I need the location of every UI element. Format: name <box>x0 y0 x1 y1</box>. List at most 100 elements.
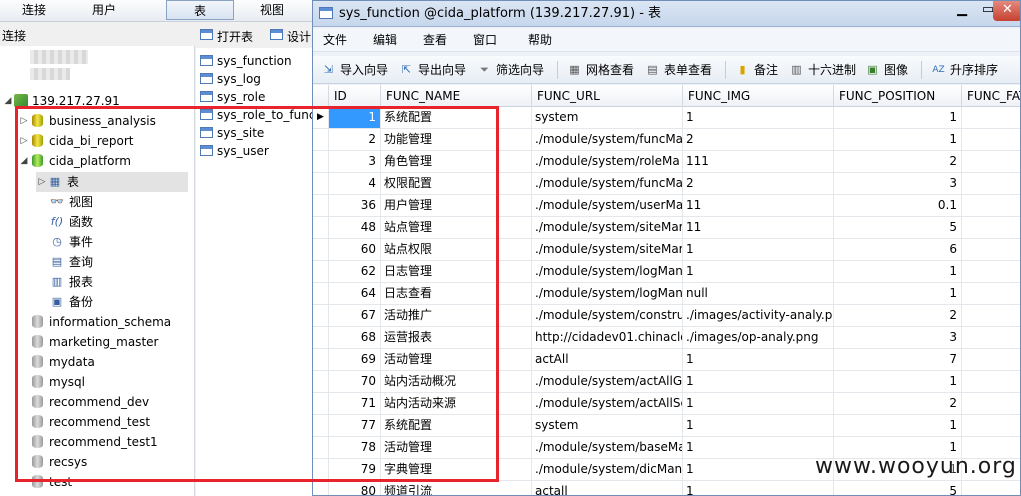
cell-func-url[interactable]: ./module/system/roleMa <box>532 151 683 172</box>
cell-func-fat[interactable] <box>962 261 1020 282</box>
cell-func-name[interactable]: 功能管理 <box>381 129 532 150</box>
object-item[interactable]: sys_role <box>200 88 265 106</box>
cell-func-fat[interactable] <box>962 195 1020 216</box>
tree-database[interactable]: recommend_dev <box>30 392 149 412</box>
cell-func-fat[interactable] <box>962 371 1020 392</box>
row-indicator[interactable] <box>313 173 329 194</box>
cell-func-fat[interactable] <box>962 173 1020 194</box>
cell-func-fat[interactable] <box>962 415 1020 436</box>
cell-func-url[interactable]: ./module/system/funcMa <box>532 173 683 194</box>
tree-item-reports[interactable]: ▥ 报表 <box>50 272 93 292</box>
table-row[interactable]: 80 频道引流 actall 1 5 <box>313 481 1020 495</box>
cell-func-url[interactable]: ./module/system/constru <box>532 305 683 326</box>
cell-id[interactable]: 4 <box>329 173 381 194</box>
minimize-button[interactable]: ▁ <box>949 1 975 21</box>
object-item[interactable]: sys_site <box>200 124 264 142</box>
cell-func-img[interactable]: 1 <box>683 261 834 282</box>
current-row-arrow-icon[interactable]: ▶ <box>313 107 329 128</box>
table-row[interactable]: 4 权限配置 ./module/system/funcMa 2 3 <box>313 173 1020 195</box>
table-row[interactable]: 68 运营报表 http://cidadev01.chinaclo ./images/… <box>313 327 1020 349</box>
cell-func-fat[interactable] <box>962 239 1020 260</box>
cell-func-url[interactable]: ./module/system/logMan <box>532 283 683 304</box>
connect-button[interactable]: 连接 <box>14 0 54 22</box>
menu-view[interactable]: 查看 <box>423 28 447 52</box>
cell-func-fat[interactable] <box>962 283 1020 304</box>
table-row[interactable]: 60 站点权限 ./module/system/siteMar 1 6 <box>313 239 1020 261</box>
cell-func-fat[interactable] <box>962 129 1020 150</box>
cell-func-position[interactable]: 2 <box>834 151 962 172</box>
cell-func-img[interactable]: ./images/activity-analy.pn <box>683 305 834 326</box>
cell-func-img[interactable]: 1 <box>683 437 834 458</box>
row-indicator[interactable] <box>313 217 329 238</box>
cell-func-fat[interactable] <box>962 349 1020 370</box>
export-wizard-button[interactable]: ⇱ 导出向导 <box>399 56 466 84</box>
row-indicator[interactable] <box>313 195 329 216</box>
cell-func-img[interactable]: 1 <box>683 239 834 260</box>
cell-id[interactable]: 36 <box>329 195 381 216</box>
cell-func-url[interactable]: ./module/system/funcMa <box>532 129 683 150</box>
cell-func-name[interactable]: 活动管理 <box>381 349 532 370</box>
cell-id[interactable]: 70 <box>329 371 381 392</box>
cell-func-fat[interactable] <box>962 217 1020 238</box>
table-button[interactable]: 表 <box>166 0 234 20</box>
menu-help[interactable]: 帮助 <box>528 28 552 52</box>
cell-func-img[interactable]: 111 <box>683 151 834 172</box>
object-item[interactable]: sys_log <box>200 70 261 88</box>
cell-func-name[interactable]: 系统配置 <box>381 107 532 128</box>
cell-id[interactable]: 78 <box>329 437 381 458</box>
cell-func-url[interactable]: ./module/system/baseMa <box>532 437 683 458</box>
cell-func-position[interactable]: 1 <box>834 371 962 392</box>
cell-id[interactable]: 48 <box>329 217 381 238</box>
table-row[interactable]: 36 用户管理 ./module/system/userMa 11 0.1 <box>313 195 1020 217</box>
cell-func-name[interactable]: 运营报表 <box>381 327 532 348</box>
cell-func-fat[interactable] <box>962 327 1020 348</box>
tree-item-functions[interactable]: f() 函数 <box>50 212 93 232</box>
row-indicator[interactable] <box>313 393 329 414</box>
row-indicator[interactable] <box>313 349 329 370</box>
memo-button[interactable]: ▮ 备注 <box>735 56 778 84</box>
cell-func-position[interactable]: 0.1 <box>834 195 962 216</box>
cell-func-img[interactable]: 1 <box>683 481 834 495</box>
cell-func-img[interactable]: 1 <box>683 107 834 128</box>
cell-func-name[interactable]: 站点权限 <box>381 239 532 260</box>
row-indicator[interactable] <box>313 415 329 436</box>
cell-func-url[interactable]: ./module/system/userMa <box>532 195 683 216</box>
cell-func-img[interactable]: 1 <box>683 349 834 370</box>
cell-func-name[interactable]: 角色管理 <box>381 151 532 172</box>
tree-database[interactable]: recsys <box>30 452 87 472</box>
cell-func-position[interactable]: 1 <box>834 261 962 282</box>
column-header-id[interactable]: ID <box>329 85 381 107</box>
column-header-func-img[interactable]: FUNC_IMG <box>683 85 834 107</box>
cell-func-url[interactable]: ./module/system/logMan <box>532 261 683 282</box>
tree-item-views[interactable]: 👓 视图 <box>50 192 93 212</box>
table-row[interactable]: ▶ 1 系统配置 system 1 1 <box>313 107 1020 129</box>
menu-window[interactable]: 窗口 <box>473 28 497 52</box>
table-row[interactable]: 2 功能管理 ./module/system/funcMa 2 1 <box>313 129 1020 151</box>
cell-func-name[interactable]: 活动管理 <box>381 437 532 458</box>
import-wizard-button[interactable]: ⇲ 导入向导 <box>321 56 388 84</box>
cell-func-position[interactable]: 5 <box>834 217 962 238</box>
cell-func-img[interactable]: 11 <box>683 217 834 238</box>
cell-func-url[interactable]: ./module/system/actAllGe <box>532 371 683 392</box>
menu-file[interactable]: 文件 <box>323 28 347 52</box>
cell-func-position[interactable]: 6 <box>834 239 962 260</box>
cell-func-name[interactable]: 站内活动概况 <box>381 371 532 392</box>
row-indicator[interactable] <box>313 481 329 495</box>
cell-id[interactable]: 67 <box>329 305 381 326</box>
cell-func-name[interactable]: 站点管理 <box>381 217 532 238</box>
tree-database[interactable]: recommend_test <box>30 412 150 432</box>
cell-func-name[interactable]: 字典管理 <box>381 459 532 480</box>
cell-func-url[interactable]: ./module/system/siteMar <box>532 217 683 238</box>
tree-database[interactable]: marketing_master <box>30 332 158 352</box>
tree-database[interactable]: ◢ cida_platform <box>18 151 131 171</box>
cell-id[interactable]: 60 <box>329 239 381 260</box>
tree-item-events[interactable]: ◷ 事件 <box>50 232 93 252</box>
cell-func-img[interactable]: 2 <box>683 129 834 150</box>
cell-id[interactable]: 64 <box>329 283 381 304</box>
cell-func-url[interactable]: ./module/system/dicMan <box>532 459 683 480</box>
cell-func-img[interactable]: 11 <box>683 195 834 216</box>
expanded-arrow-icon[interactable]: ◢ <box>18 151 30 171</box>
cell-func-name[interactable]: 用户管理 <box>381 195 532 216</box>
table-row[interactable]: 70 站内活动概况 ./module/system/actAllGe 1 1 <box>313 371 1020 393</box>
cell-id[interactable]: 69 <box>329 349 381 370</box>
